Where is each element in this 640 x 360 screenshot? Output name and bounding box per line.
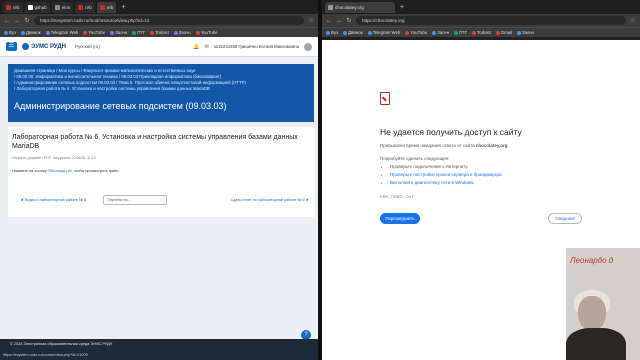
user-name[interactable]: 1132231938 Гришечко Ксения Максимовна (214, 44, 299, 49)
browser-tab-active[interactable]: chocolatey.org (325, 1, 395, 13)
language-selector[interactable]: Русский (ru) (75, 44, 100, 49)
bookmark-item[interactable]: Telegram Web (367, 30, 400, 35)
browser-tab[interactable]: reb (75, 1, 95, 13)
bookmarks-bar: Вуз Движок Telegram Web YouTube Заочн ГП… (322, 27, 640, 37)
error-subtitle: Превышено время ожидания ответа от сайта… (380, 143, 508, 148)
reload-icon[interactable]: ↻ (24, 17, 30, 24)
reload-button[interactable]: Перезагрузить (380, 213, 420, 224)
browser-tab[interactable]: github (24, 1, 50, 13)
tab-favicon-icon (99, 4, 105, 10)
broken-page-icon (380, 92, 390, 105)
tab-favicon-icon (54, 4, 60, 10)
bookmark-item[interactable]: Движок (20, 30, 41, 35)
page-title: Администрирование сетевых подсистем (09.… (14, 101, 227, 111)
star-icon[interactable]: ☆ (308, 17, 314, 24)
bookmark-item[interactable]: Вуз (4, 30, 16, 35)
site-logo[interactable]: ЭУМС РУДН (22, 43, 66, 50)
resource-meta: Открыто: документ PDF, Загружено: 20/06/… (12, 156, 96, 160)
bell-icon[interactable]: 🔔 (193, 44, 199, 50)
bookmarks-bar: Вуз Движок Telegram Web YouTube Заочн ГП… (0, 27, 318, 37)
activity-navigation: ◄ Видео к лабораторной работе № 6 Перейт… (20, 195, 310, 205)
error-content: Не удается получить доступ к сайту Превы… (380, 92, 580, 199)
left-browser-window: reb github elon reb reb + ← → ↻ https://… (0, 0, 318, 360)
url-field[interactable]: https://eosystem.rudn.ru/mod/resource/vi… (34, 16, 304, 25)
tab-favicon-icon (78, 4, 84, 10)
star-icon[interactable]: ☆ (630, 17, 636, 24)
breadcrumb-line[interactable]: / Лабораторная работа № 6. Установка и н… (14, 86, 308, 92)
bookmark-item[interactable]: YouTube (405, 30, 427, 35)
bookmark-item[interactable]: Заочн (110, 30, 127, 35)
jump-to-select[interactable]: Перейти на... (103, 195, 168, 205)
details-button[interactable]: Сведения (548, 213, 582, 224)
browser-tab[interactable]: reb (3, 1, 23, 13)
chat-icon[interactable]: ✉ (204, 44, 208, 50)
browser-tab[interactable]: elon (51, 1, 74, 13)
prev-activity-link[interactable]: ◄ Видео к лабораторной работе № 6 (20, 198, 86, 202)
address-bar: ← → ↻ https://chocolatey.org ☆ (322, 14, 640, 27)
bookmark-item[interactable]: ГПТ (132, 30, 145, 35)
tab-favicon-icon (328, 4, 333, 10)
bookmark-item[interactable]: ГПТ (454, 30, 467, 35)
error-code: ERR_TIMED_OUT (380, 194, 414, 199)
avatar[interactable] (304, 42, 312, 51)
browser-tab-active[interactable]: reb (96, 1, 117, 13)
tab-favicon-icon (6, 4, 11, 10)
back-icon[interactable]: ← (4, 18, 10, 24)
site-footer: © 2024 Электронная образовательная среда… (0, 339, 318, 350)
logo-icon (22, 43, 29, 50)
breadcrumb: Домашняя страница / Мои курсы / Факульте… (14, 68, 308, 92)
course-header: Домашняя страница / Мои курсы / Факульте… (8, 64, 314, 122)
bookmark-item[interactable]: YouTube (83, 30, 105, 35)
bookmark-item[interactable]: Telegram Web (45, 30, 78, 35)
suggestion-link[interactable]: Проверьте настройки прокси-сервера и бра… (390, 171, 580, 179)
suggestion-link[interactable]: Выполните диагностику сети в Windows. (390, 179, 580, 187)
status-url: https://esystem.rudn.ru/course/view.php?… (0, 350, 318, 360)
bookmark-item[interactable]: Заочн (432, 30, 449, 35)
bookmark-item[interactable]: Gmail (495, 30, 512, 35)
tab-bar: reb github elon reb reb + (0, 0, 318, 14)
bookmark-item[interactable]: Заочн (173, 30, 191, 35)
back-icon[interactable]: ← (326, 18, 332, 24)
bookmark-item[interactable]: YouTube (195, 30, 218, 35)
background-sign: Леонардо д (570, 256, 614, 265)
url-field[interactable]: https://chocolatey.org (356, 16, 626, 25)
tab-bar: chocolatey.org + (322, 0, 640, 14)
resource-title: Лабораторная работа № 6. Установка и нас… (12, 134, 298, 150)
bookmark-item[interactable]: Вуз (326, 30, 338, 35)
bookmark-item[interactable]: Todoist (150, 30, 169, 35)
new-tab-icon[interactable]: + (397, 4, 407, 11)
new-tab-icon[interactable]: + (118, 4, 128, 11)
bookmark-item[interactable]: Todoist (472, 30, 491, 35)
forward-icon[interactable]: → (14, 18, 20, 24)
try-label: Попробуйте сделать следующее: (380, 156, 450, 161)
forward-icon[interactable]: → (336, 18, 342, 24)
tab-favicon-icon (27, 4, 33, 10)
bookmark-item[interactable]: Заочн (517, 30, 534, 35)
file-link[interactable]: 006-mysql.pdf (48, 169, 72, 173)
person-body (566, 328, 626, 360)
person-head (578, 296, 606, 330)
suggestion-item: Проверьте подключение к Интернету. (390, 163, 580, 171)
menu-icon[interactable]: ☰ (6, 42, 17, 51)
suggestion-list: Проверьте подключение к Интернету. Прове… (380, 163, 580, 187)
reload-icon[interactable]: ↻ (346, 17, 352, 24)
bookmark-item[interactable]: Движок (342, 30, 363, 35)
moodle-header: ☰ ЭУМС РУДН Русский (ru) 🔔 ✉ 1132231938 … (0, 37, 318, 57)
address-bar: ← → ↻ https://eosystem.rudn.ru/mod/resou… (0, 14, 318, 27)
resource-description: Нажмите на ссылку 006-mysql.pdf, чтобы п… (12, 169, 120, 173)
webcam-overlay: Леонардо д (566, 248, 640, 360)
error-title: Не удается получить доступ к сайту (380, 127, 522, 137)
next-activity-link[interactable]: Сдать отчет по лабораторной работе № 6 ► (230, 198, 310, 203)
